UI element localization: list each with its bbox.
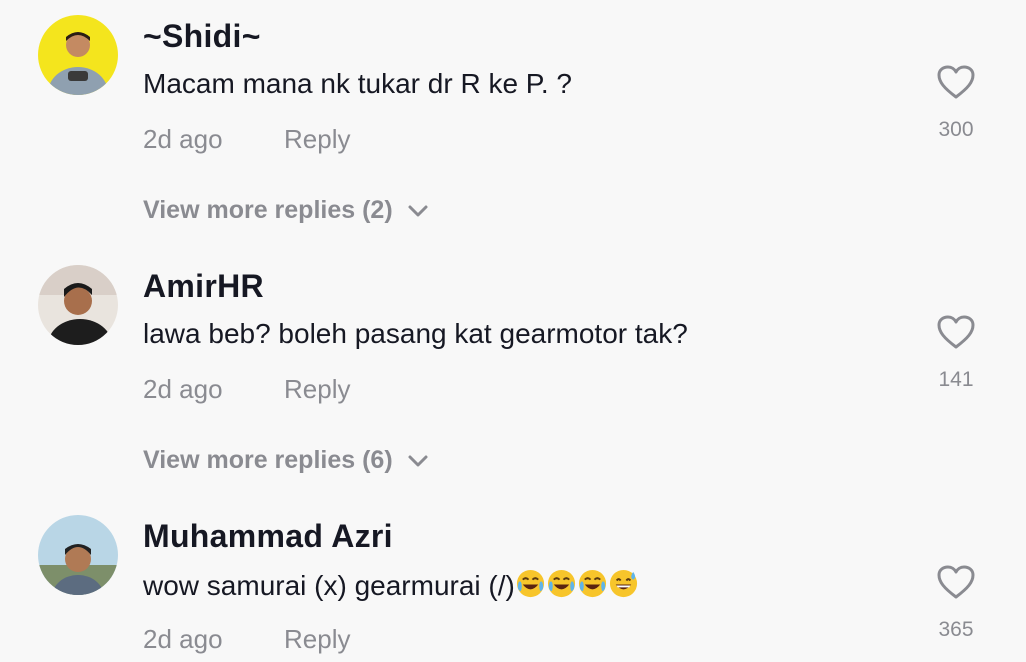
heart-icon[interactable] [936, 314, 976, 350]
reply-button[interactable]: Reply [284, 124, 350, 155]
comment-age: 2d ago [143, 124, 223, 154]
avatar[interactable] [38, 515, 118, 595]
face-with-tears-of-joy-icon [515, 568, 546, 606]
view-more-replies-label: View more replies (6) [143, 446, 393, 474]
reply-button[interactable]: Reply [284, 374, 350, 405]
like-count: 300 [938, 118, 974, 141]
like-control: 141 [930, 314, 982, 392]
comment-text: wow samurai (x) gearmurai (/) [143, 568, 639, 606]
like-control: 365 [930, 564, 982, 642]
face-with-tears-of-joy-icon [577, 568, 608, 606]
view-more-replies-button[interactable]: View more replies (2) [143, 196, 429, 225]
chevron-down-icon [408, 205, 428, 216]
comment-age: 2d ago [143, 374, 223, 404]
avatar[interactable] [38, 15, 118, 95]
grinning-face-with-sweat-icon [608, 568, 639, 606]
comment-text: lawa beb? boleh pasang kat gearmotor tak… [143, 318, 688, 349]
comment-text: Macam mana nk tukar dr R ke P. ? [143, 68, 572, 99]
heart-icon[interactable] [936, 64, 976, 100]
comment-age: 2d ago [143, 624, 223, 654]
comment-text-body: wow samurai (x) gearmurai (/) [143, 570, 515, 601]
face-with-tears-of-joy-icon [546, 568, 577, 606]
username[interactable]: AmirHR [143, 268, 264, 305]
heart-icon[interactable] [936, 564, 976, 600]
username[interactable]: Muhammad Azri [143, 518, 393, 555]
like-count: 365 [938, 618, 974, 641]
username[interactable]: ~Shidi~ [143, 18, 261, 55]
like-count: 141 [938, 368, 974, 391]
like-control: 300 [930, 64, 982, 142]
avatar[interactable] [38, 265, 118, 345]
chevron-down-icon [408, 455, 428, 466]
reply-button[interactable]: Reply [284, 624, 350, 655]
view-more-replies-button[interactable]: View more replies (6) [143, 446, 429, 475]
view-more-replies-label: View more replies (2) [143, 196, 393, 224]
